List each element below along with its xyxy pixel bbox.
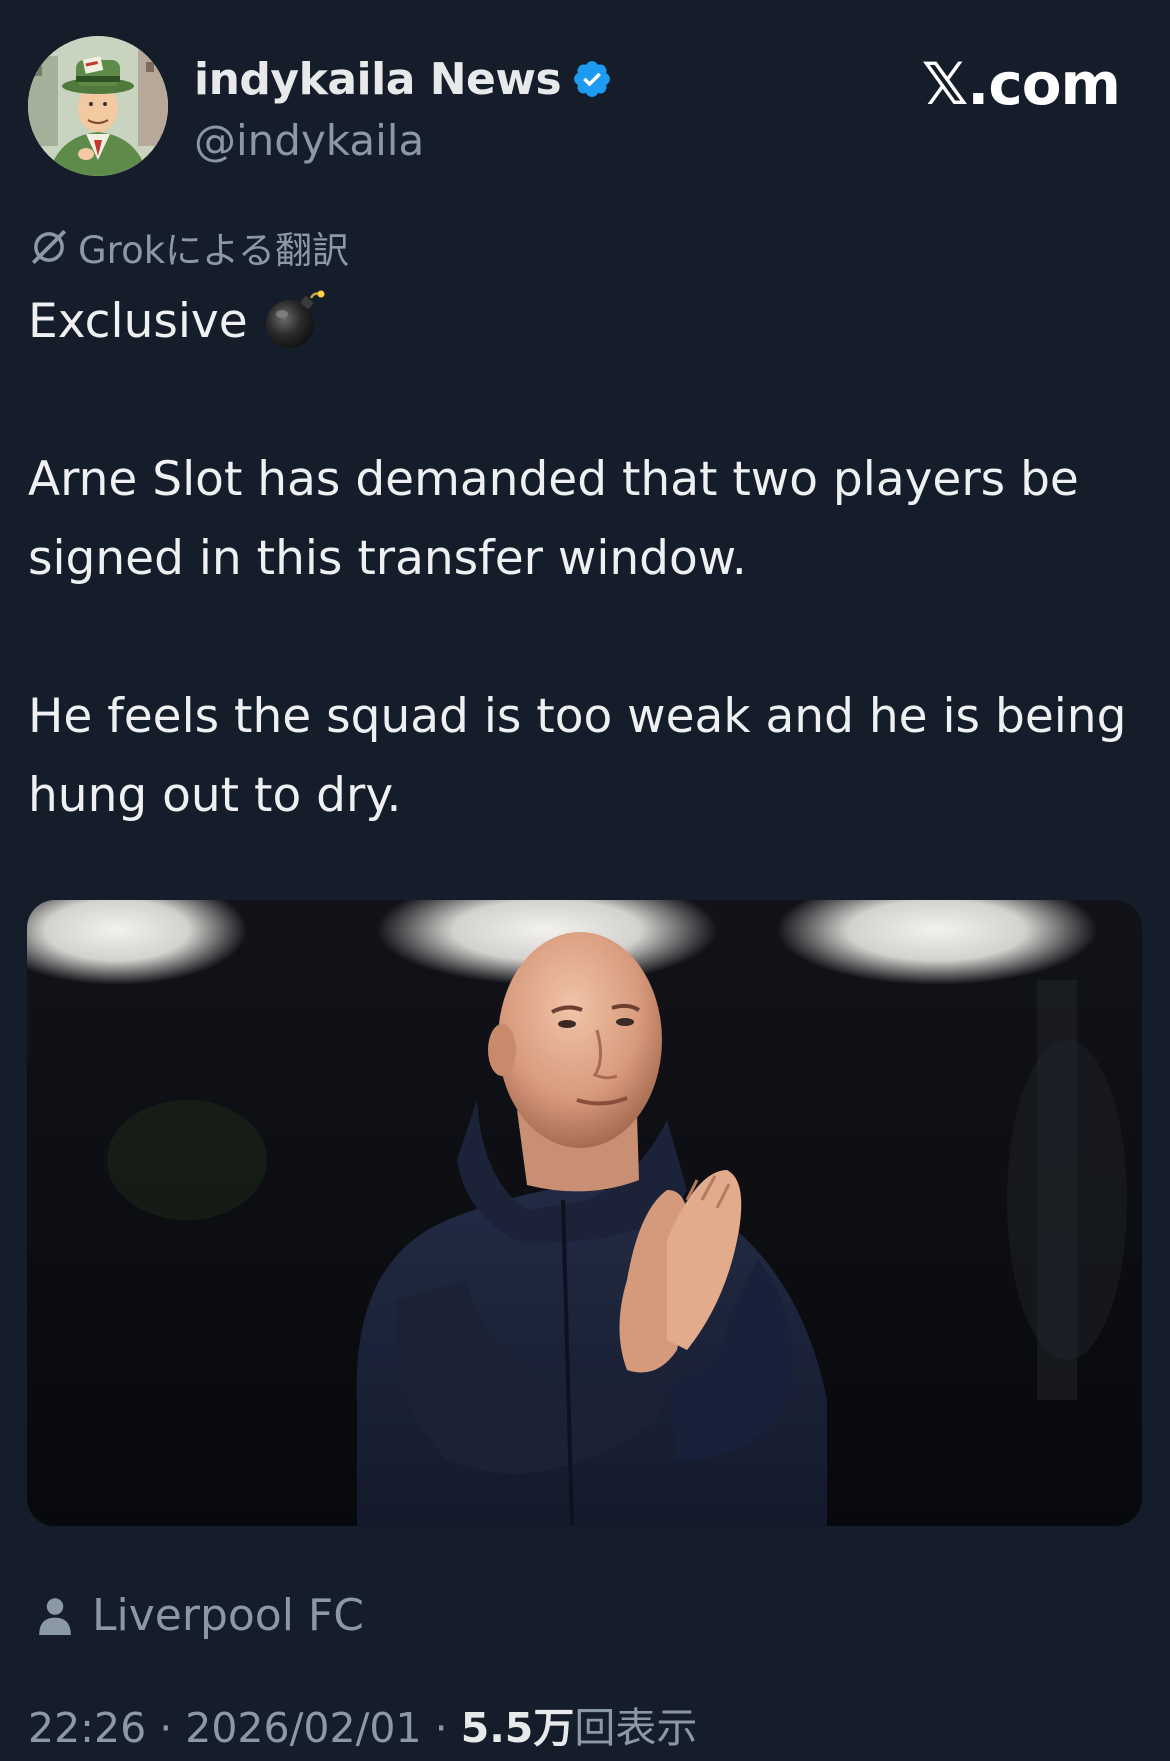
meta-separator: · <box>146 1704 186 1752</box>
tweet-paragraph-2: Arne Slot has demanded that two players … <box>28 452 1079 586</box>
bomb-emoji <box>262 286 328 352</box>
view-count[interactable]: 5.5万 <box>461 1704 575 1752</box>
avatar-illustration <box>28 36 168 176</box>
tweet-headline: Exclusive <box>28 294 248 349</box>
tweet-line-exclusive: Exclusive <box>28 282 1158 361</box>
meta-separator: · <box>421 1704 461 1752</box>
view-count-label: 回表示 <box>574 1704 698 1752</box>
photo-illustration <box>27 900 1142 1526</box>
tweet-photo[interactable] <box>27 900 1142 1526</box>
author-display-name[interactable]: indykaila News <box>194 54 562 105</box>
tweet-text: Exclusive Arne Slot has demanded that tw… <box>28 282 1158 835</box>
translation-indicator[interactable]: Grokによる翻訳 <box>28 220 349 274</box>
x-logo-brand: 𝕏.com <box>921 50 1121 118</box>
verified-badge-icon[interactable] <box>571 58 613 100</box>
author-handle[interactable]: @indykaila <box>194 116 613 165</box>
tweet-date[interactable]: 2026/02/01 <box>185 1704 421 1752</box>
tweet-paragraph-3: He feels the squad is too weak and he is… <box>28 689 1127 823</box>
tweet-meta: 22:26 · 2026/02/01 · 5.5万回表示 <box>28 1694 697 1754</box>
tweet-time[interactable]: 22:26 <box>28 1704 146 1752</box>
avatar[interactable] <box>28 36 168 176</box>
author-block: indykaila News @indykaila <box>194 50 613 165</box>
location-label: Liverpool FC <box>92 1590 364 1641</box>
author-name-row: indykaila News <box>194 50 613 108</box>
grok-slash-icon <box>31 229 67 265</box>
person-icon <box>39 1597 71 1635</box>
translation-label: Grokによる翻訳 <box>78 229 350 272</box>
location-tag[interactable]: Liverpool FC <box>36 1590 364 1641</box>
